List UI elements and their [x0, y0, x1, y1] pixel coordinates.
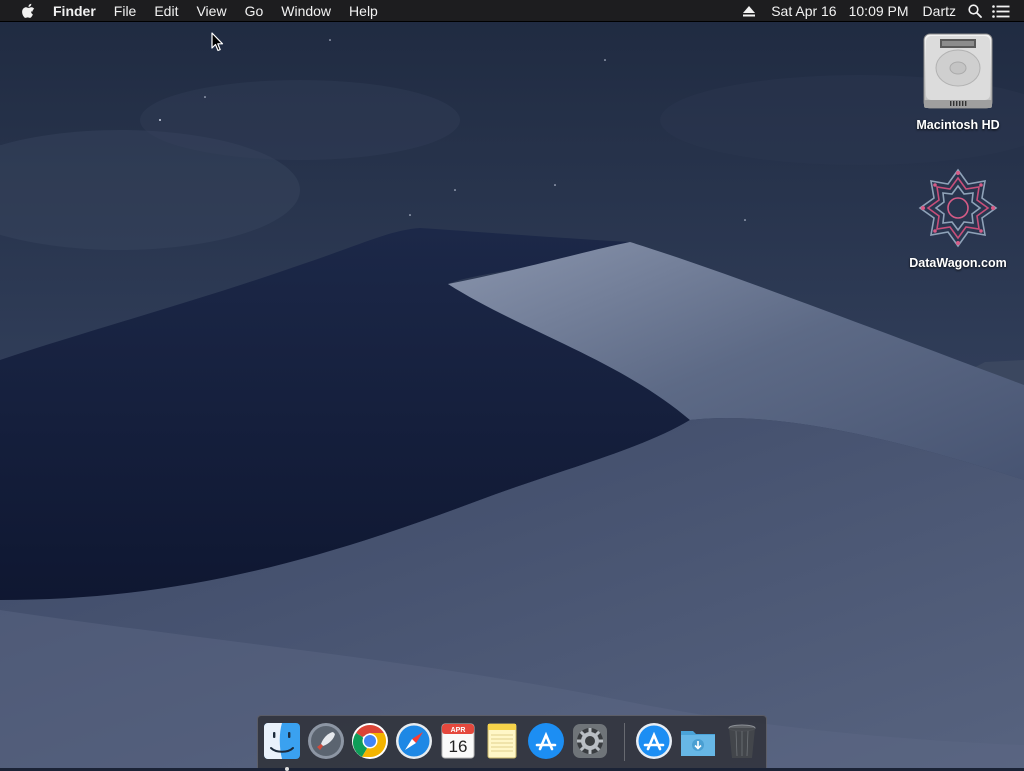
apple-menu-button[interactable]	[17, 0, 39, 22]
system-preferences-icon	[573, 724, 607, 758]
desktop-icon-macintosh-hd[interactable]: Macintosh HD	[903, 30, 1013, 132]
finder-icon	[264, 723, 300, 759]
dock-item-notes[interactable]	[482, 721, 522, 761]
menu-app-finder[interactable]: Finder	[44, 0, 105, 22]
menu-bar: Finder File Edit View Go Window Help Sat…	[0, 0, 1024, 22]
network-volume-icon	[918, 168, 998, 248]
menu-edit[interactable]: Edit	[145, 0, 187, 22]
search-icon	[968, 4, 982, 18]
calendar-month-label: APR	[451, 727, 466, 734]
app-store-icon	[528, 723, 564, 759]
desktop-icon-label: Macintosh HD	[916, 118, 1000, 132]
menu-file[interactable]: File	[105, 0, 146, 22]
eject-icon	[743, 5, 756, 16]
applications-folder-icon	[636, 723, 672, 759]
menu-view[interactable]: View	[187, 0, 235, 22]
apple-icon	[22, 3, 35, 18]
menu-bar-time[interactable]: 10:09 PM	[843, 0, 915, 22]
calendar-day-label: 16	[449, 737, 468, 756]
dock-item-chrome[interactable]	[350, 721, 390, 761]
menu-window[interactable]: Window	[272, 0, 340, 22]
dock-separator	[624, 723, 625, 761]
dock: APR 16	[257, 715, 767, 771]
chrome-icon	[352, 723, 388, 759]
dock-item-applications[interactable]	[634, 721, 674, 761]
spotlight-button[interactable]	[962, 0, 988, 22]
menu-bar-user[interactable]: Dartz	[915, 0, 962, 22]
dock-item-safari[interactable]	[394, 721, 434, 761]
dock-item-launchpad[interactable]	[306, 721, 346, 761]
dock-item-app-store[interactable]	[526, 721, 566, 761]
menu-go[interactable]: Go	[236, 0, 273, 22]
launchpad-icon	[308, 723, 344, 759]
dock-item-calendar[interactable]: APR 16	[438, 721, 478, 761]
downloads-folder-icon	[681, 731, 715, 756]
desktop-icon-datawagon[interactable]: DataWagon.com	[903, 168, 1013, 270]
notification-center-button[interactable]	[988, 0, 1014, 22]
desktop-icon-label: DataWagon.com	[909, 256, 1007, 270]
calendar-icon: APR 16	[441, 723, 475, 759]
menu-bar-status-area: Sat Apr 16 10:09 PM Dartz	[733, 0, 1024, 22]
dock-item-trash[interactable]	[722, 721, 762, 761]
notes-icon	[487, 723, 517, 759]
desktop-wallpaper	[0, 0, 1024, 768]
menu-bar-date[interactable]: Sat Apr 16	[765, 0, 842, 22]
dock-item-downloads[interactable]	[678, 721, 718, 761]
safari-icon	[396, 723, 432, 759]
eject-button[interactable]	[733, 5, 765, 17]
mouse-pointer-icon	[211, 32, 224, 52]
trash-icon	[728, 724, 756, 758]
menu-help[interactable]: Help	[340, 0, 387, 22]
list-icon	[992, 4, 1010, 18]
hard-drive-icon	[923, 33, 993, 109]
dock-item-finder[interactable]	[262, 721, 302, 771]
dock-item-system-preferences[interactable]	[570, 721, 610, 761]
